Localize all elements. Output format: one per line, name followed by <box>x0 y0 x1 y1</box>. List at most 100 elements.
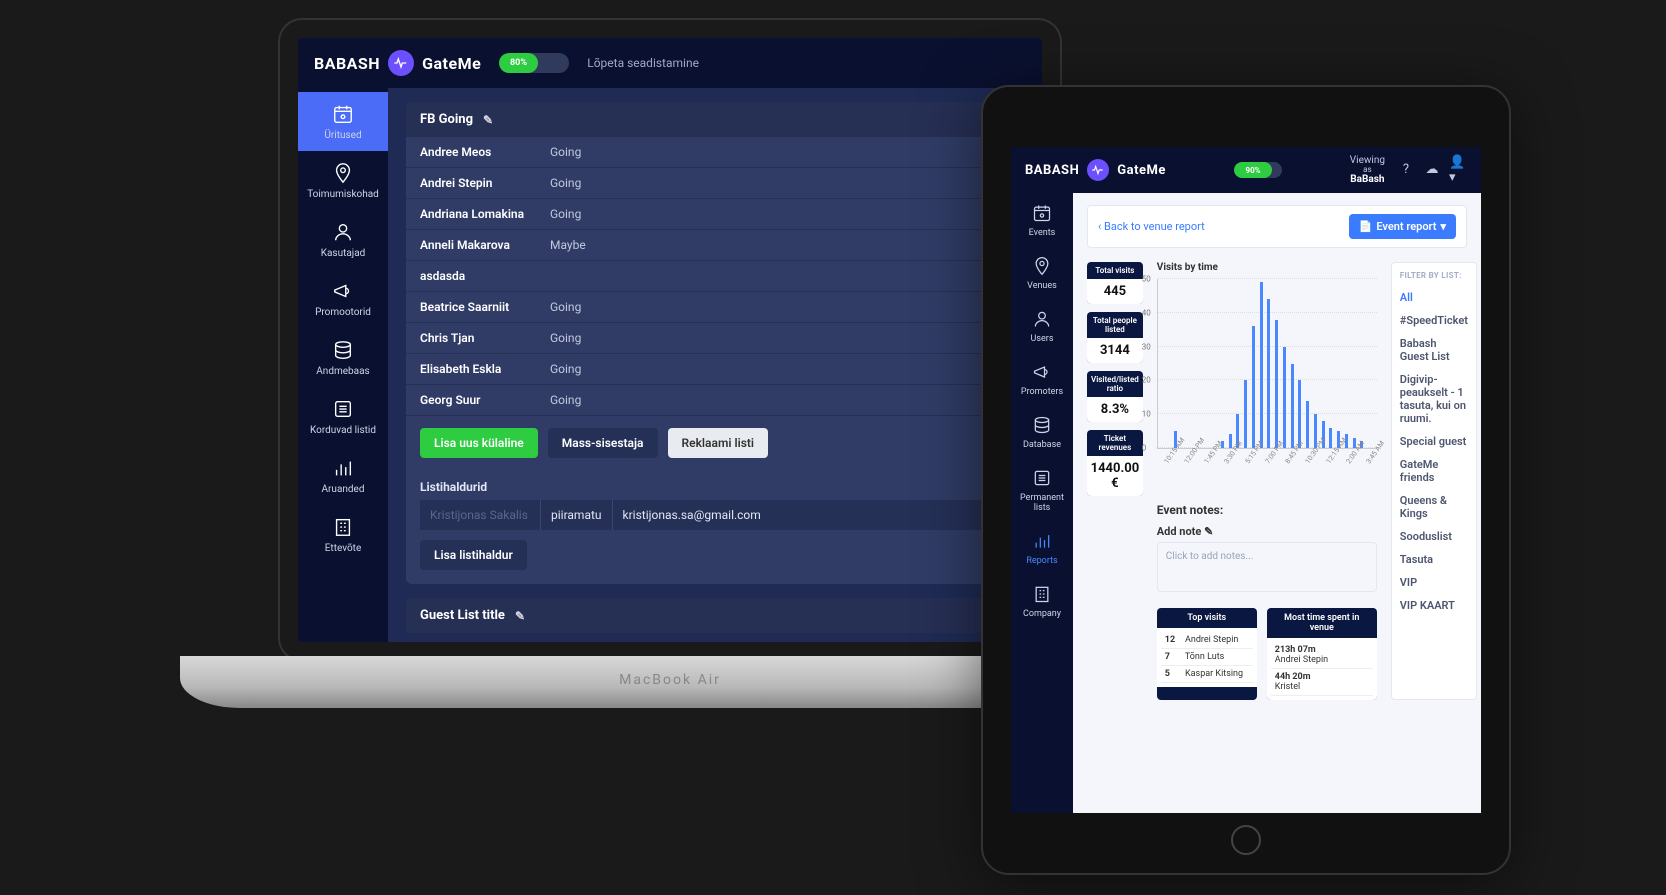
stat-card: Total people listed3144 <box>1087 312 1143 363</box>
guest-row[interactable]: Beatrice SaarniitGoing <box>406 292 1024 323</box>
visits-chart: 01020304050 <box>1157 279 1377 449</box>
sidebar-item-company[interactable]: Company <box>1011 574 1073 627</box>
manager-email: kristijonas.sa@gmail.com <box>612 500 771 530</box>
filter-item[interactable]: Special guest <box>1400 430 1468 453</box>
sidebar-item-promootorid[interactable]: Promootorid <box>298 269 388 328</box>
filter-item[interactable]: Babash Guest List <box>1400 332 1468 368</box>
edit-icon[interactable]: ✎ <box>483 113 493 127</box>
event-report-button[interactable]: 📄 Event report ▾ <box>1349 214 1456 239</box>
sidebar-item-database[interactable]: Database <box>1011 405 1073 458</box>
guest-row[interactable]: Andriana LomakinaGoing <box>406 199 1024 230</box>
add-guest-button[interactable]: Lisa uus külaline <box>420 428 538 458</box>
database-icon <box>1030 413 1054 437</box>
chart-bar <box>1244 380 1247 448</box>
building-icon <box>331 515 355 539</box>
panel-header: FB Going ✎ <box>406 102 1024 137</box>
guest-row[interactable]: Elisabeth EsklaGoing <box>406 354 1024 385</box>
list-icon <box>1030 466 1054 490</box>
guest-name: Andriana Lomakina <box>420 207 550 221</box>
sidebar-item-reports[interactable]: Reports <box>1011 521 1073 574</box>
add-manager-button[interactable]: Lisa listihaldur <box>420 540 527 570</box>
sidebar-item-promoters[interactable]: Promoters <box>1011 352 1073 405</box>
most-time-row: 44h 20mKristel <box>1271 669 1373 696</box>
user-menu-icon[interactable]: 👤▾ <box>1449 161 1467 179</box>
sidebar-item-users[interactable]: Users <box>1011 299 1073 352</box>
viewing-as: Viewing as BaBash <box>1350 155 1385 186</box>
calendar-icon <box>1030 201 1054 225</box>
sidebar-item-toimumiskohad[interactable]: Toimumiskohad <box>298 151 388 210</box>
manager-name-input[interactable] <box>420 500 540 530</box>
stat-card: Total visits445 <box>1087 262 1143 304</box>
cloud-icon[interactable]: ☁ <box>1423 161 1441 179</box>
chart-title: Visits by time <box>1157 262 1377 273</box>
guest-row[interactable]: Anneli MakarovaMaybe <box>406 230 1024 261</box>
bulk-entry-button[interactable]: Mass-sisestaja <box>548 428 658 458</box>
bars-icon <box>331 456 355 480</box>
bars-icon <box>1030 529 1054 553</box>
chart-bar <box>1283 347 1286 448</box>
chart-bar <box>1291 364 1294 449</box>
filter-item[interactable]: Digivip-peaukselt - 1 tasuta, kui on ruu… <box>1400 368 1468 430</box>
sidebar-item-ettevõte[interactable]: Ettevõte <box>298 505 388 564</box>
guest-row[interactable]: Andrei StepinGoing <box>406 168 1024 199</box>
building-icon <box>1030 582 1054 606</box>
user-icon <box>331 220 355 244</box>
panel-header-2: Guest List title ✎ <box>406 598 1024 633</box>
filter-item[interactable]: Queens & Kings <box>1400 489 1468 525</box>
filter-item[interactable]: Sooduslist <box>1400 525 1468 548</box>
add-note-label[interactable]: Add note ✎ <box>1157 525 1377 538</box>
chart-bar <box>1229 434 1232 448</box>
filter-item[interactable]: VIP <box>1400 571 1468 594</box>
sidebar-item-andmebaas[interactable]: Andmebaas <box>298 328 388 387</box>
chart-bar <box>1275 320 1278 448</box>
brand-text-1: BABASH <box>1025 163 1079 178</box>
sidebar-item-korduvad-listid[interactable]: Korduvad listid <box>298 387 388 446</box>
top-visit-row: 5 Kaspar Kitsing <box>1161 666 1253 683</box>
setup-progress[interactable]: 90% <box>1234 162 1282 178</box>
guest-name: Beatrice Saarniit <box>420 300 550 314</box>
filter-item[interactable]: #SpeedTicket <box>1400 309 1468 332</box>
brand-logo: BABASH GateMe <box>314 50 481 76</box>
panel-2-title: Guest List title <box>420 608 505 623</box>
filter-heading: FILTER BY LIST: <box>1400 271 1468 280</box>
sidebar: ÜritusedToimumiskohadKasutajadPromootori… <box>298 88 388 642</box>
megaphone-icon <box>1030 360 1054 384</box>
panel-title: FB Going <box>420 112 473 127</box>
note-input[interactable]: Click to add notes... <box>1157 542 1377 592</box>
back-link[interactable]: ‹ Back to venue report <box>1098 220 1205 233</box>
sidebar-item-permanent-lists[interactable]: Permanent lists <box>1011 458 1073 521</box>
filter-item[interactable]: GateMe friends <box>1400 453 1468 489</box>
list-icon <box>331 397 355 421</box>
top-visits-card: Top visits 12 Andrei Stepin7 Tõnn Luts5 … <box>1157 608 1257 700</box>
guest-status: Going <box>550 176 581 190</box>
sidebar-item-aruanded[interactable]: Aruanded <box>298 446 388 505</box>
guest-row[interactable]: Chris TjanGoing <box>406 323 1024 354</box>
filter-item[interactable]: Tasuta <box>1400 548 1468 571</box>
guest-row[interactable]: Georg SuurGoing <box>406 385 1024 416</box>
app-header: BABASH GateMe 80% Lõpeta seadistamine <box>298 38 1042 88</box>
sidebar-item-events[interactable]: Events <box>1011 193 1073 246</box>
home-button[interactable] <box>1231 825 1261 855</box>
help-icon[interactable]: ? <box>1397 161 1415 179</box>
promote-list-button[interactable]: Reklaami listi <box>668 428 769 458</box>
notes-heading: Event notes: <box>1157 503 1377 517</box>
edit-icon[interactable]: ✎ <box>515 609 525 623</box>
chart-bar <box>1306 401 1309 448</box>
filter-item[interactable]: All <box>1400 286 1468 309</box>
guest-name: asdasda <box>420 269 550 283</box>
brand-logo: BABASH GateMe <box>1025 159 1166 181</box>
sidebar-item-kasutajad[interactable]: Kasutajad <box>298 210 388 269</box>
guest-row[interactable]: Andree MeosGoing <box>406 137 1024 168</box>
guest-name: Elisabeth Eskla <box>420 362 550 376</box>
filter-panel: FILTER BY LIST: All#SpeedTicketBabash Gu… <box>1391 262 1477 700</box>
sidebar-item-üritused[interactable]: Üritused <box>298 92 388 151</box>
guest-list-panel: Guest List title ✎ <box>406 598 1024 633</box>
setup-progress[interactable]: 80% <box>499 53 569 73</box>
sidebar-item-venues[interactable]: Venues <box>1011 246 1073 299</box>
filter-item[interactable]: VIP KAART <box>1400 594 1468 617</box>
guest-status: Going <box>550 300 581 314</box>
doc-icon: 📄 <box>1359 220 1373 233</box>
finish-setup-link[interactable]: Lõpeta seadistamine <box>587 56 699 70</box>
guest-row[interactable]: asdasda <box>406 261 1024 292</box>
most-time-card: Most time spent in venue 213h 07mAndrei … <box>1267 608 1377 700</box>
